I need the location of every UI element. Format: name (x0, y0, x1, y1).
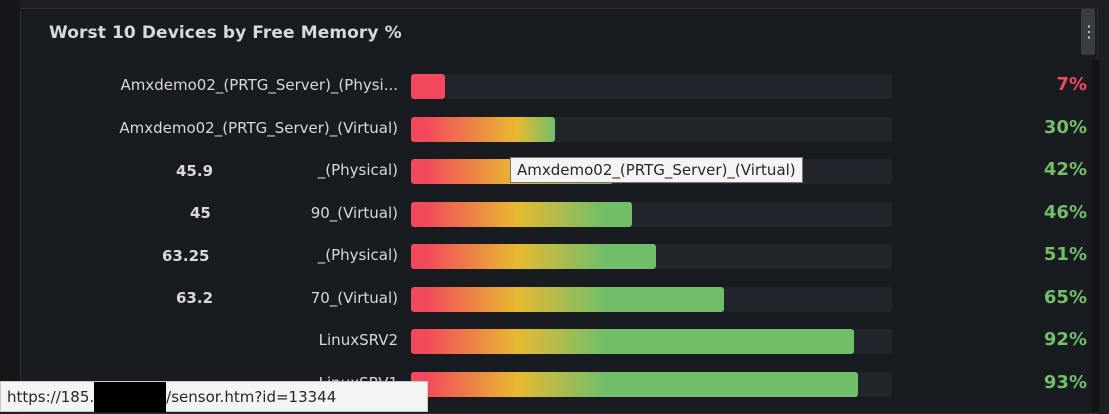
bar-fill (411, 286, 724, 312)
percent-value: 30% (1043, 116, 1087, 138)
url-prefix: https://185. (7, 388, 95, 406)
status-bar-url: https://185. /sensor.htm?id=13344 (0, 381, 428, 412)
percent-value: 7% (1056, 74, 1087, 95)
percent-value: 65% (1043, 286, 1087, 308)
device-row[interactable]: Amxdemo02_(PRTG_Server)_(Virtual) 30% (21, 116, 1097, 143)
percent-value: 93% (1043, 371, 1087, 393)
hover-value: 45 (190, 204, 211, 222)
percent-value: 92% (1043, 329, 1087, 350)
device-row[interactable]: Amxdemo02_(PRTG_Server)_(Physi... 7% (21, 74, 1097, 100)
hover-value: 45.9 (176, 162, 214, 180)
bar-fill (411, 371, 859, 397)
bar-gauge-panel: Worst 10 Devices by Free Memory % ⋮ Amxd… (20, 8, 1098, 414)
left-edge-strip (0, 0, 20, 412)
bar-fill (411, 116, 556, 142)
panel-title: Worst 10 Devices by Free Memory % (49, 23, 402, 43)
device-label[interactable]: Amxdemo02_(PRTG_Server)_(Virtual) (119, 119, 398, 137)
bar-track (411, 286, 892, 312)
redaction-block (94, 382, 167, 412)
device-row[interactable]: LinuxSRV2 92% (21, 329, 1097, 355)
bar-track (411, 244, 892, 269)
device-label[interactable]: Amxdemo02_(PRTG_Server)_(Physi... (121, 76, 399, 94)
bar-fill (411, 74, 445, 99)
bar-track (411, 201, 892, 227)
bar-track (411, 329, 892, 354)
url-suffix: /sensor.htm?id=13344 (166, 388, 337, 406)
device-row[interactable]: 90_(Virtual) 46% (21, 201, 1097, 228)
bar-fill (411, 329, 854, 354)
percent-value: 51% (1043, 244, 1087, 265)
bar-fill (411, 201, 633, 227)
bar-fill (411, 244, 657, 269)
bar-track (411, 116, 892, 142)
device-label[interactable]: 70_(Virtual) (311, 289, 398, 307)
bar-track (411, 74, 892, 99)
vertical-dots-icon[interactable]: ⋮ (1081, 9, 1097, 55)
device-label[interactable]: _(Physical) (318, 161, 398, 179)
scrollbar-track[interactable] (1092, 60, 1099, 412)
device-label[interactable]: 90_(Virtual) (311, 204, 398, 222)
hover-value: 63.2 (176, 289, 214, 307)
hover-value: 63.25 (162, 247, 210, 265)
percent-value: 42% (1043, 159, 1087, 180)
tooltip: Amxdemo02_(PRTG_Server)_(Virtual) (510, 157, 803, 183)
device-label[interactable]: LinuxSRV2 (319, 331, 398, 349)
device-label[interactable]: _(Physical) (318, 246, 398, 264)
bar-track (411, 371, 892, 397)
percent-value: 46% (1043, 201, 1087, 223)
